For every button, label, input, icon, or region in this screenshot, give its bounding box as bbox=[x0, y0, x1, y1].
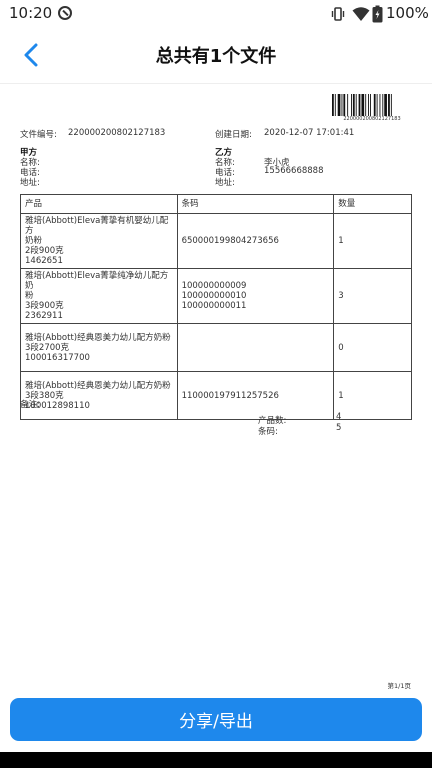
header-product: 产品 bbox=[20, 194, 178, 214]
product-line: 粉 bbox=[25, 291, 34, 301]
product-line: 雅培(Abbott)经典恩美力幼儿配方奶粉 bbox=[25, 332, 171, 343]
status-time: 10:20 bbox=[9, 4, 53, 22]
created-date-value: 2020-12-07 17:01:41 bbox=[264, 128, 355, 138]
product-line: 雅培(Abbott)经典恩美力幼儿配方奶粉 bbox=[25, 380, 171, 391]
product-line: 奶粉 bbox=[25, 236, 43, 246]
table-row: 雅培(Abbott)Eleva菁挚有机婴幼儿配方 奶粉 2段900克 14626… bbox=[20, 213, 412, 269]
product-cell: 雅培(Abbott)Eleva菁挚纯净幼儿配方奶 粉 3段900克 236291… bbox=[20, 268, 178, 324]
party-b-phone-value: 15566668888 bbox=[264, 166, 324, 176]
barcode-cell: 100000000009 100000000010 100000000011 bbox=[176, 268, 335, 324]
barcode-line: 650000199804273656 bbox=[181, 236, 279, 246]
barcode-line: 100000000011 bbox=[181, 301, 247, 311]
party-a-address-label: 地址: bbox=[20, 178, 40, 188]
product-count-value: 4 bbox=[336, 412, 342, 422]
product-line: 2段900克 bbox=[25, 246, 64, 256]
wifi-icon bbox=[352, 7, 370, 21]
quantity-cell: 1 bbox=[333, 213, 412, 269]
document-preview[interactable]: 220000200802127183 文件编号: 220000200802127… bbox=[0, 86, 432, 694]
created-date-label: 创建日期: bbox=[215, 130, 252, 140]
product-cell: 雅培(Abbott)Eleva菁挚有机婴幼儿配方 奶粉 2段900克 14626… bbox=[20, 213, 178, 269]
barcode-cell bbox=[176, 323, 335, 372]
product-line: 2362911 bbox=[25, 311, 63, 321]
product-line: 3段380克 bbox=[25, 390, 64, 401]
product-line: 3段2700克 bbox=[25, 342, 70, 353]
bottom-action-area: 分享/导出 bbox=[0, 694, 432, 750]
share-export-button[interactable]: 分享/导出 bbox=[10, 698, 422, 741]
barcode-number: 220000200802127183 bbox=[343, 116, 401, 122]
battery-percentage: 100% bbox=[386, 4, 429, 22]
quantity-cell: 3 bbox=[333, 268, 412, 324]
barcode-count-value: 5 bbox=[336, 423, 342, 433]
barcode-cell: 650000199804273656 bbox=[176, 213, 335, 269]
quantity-cell: 0 bbox=[333, 323, 412, 372]
product-line: 100016317700 bbox=[25, 352, 90, 363]
status-bar: 10:20 100% bbox=[0, 0, 432, 28]
barcode-line: 100000000009 bbox=[181, 281, 247, 291]
remark-label: 备注: bbox=[20, 400, 40, 410]
system-navigation-bar bbox=[0, 752, 432, 768]
table-row: 雅培(Abbott)经典恩美力幼儿配方奶粉 3段2700克 1000163177… bbox=[20, 323, 412, 372]
product-line: 100012898110 bbox=[25, 400, 90, 411]
battery-icon bbox=[372, 5, 383, 23]
barcode-image bbox=[332, 94, 392, 116]
product-cell: 雅培(Abbott)经典恩美力幼儿配方奶粉 3段2700克 1000163177… bbox=[20, 323, 178, 372]
file-number-value: 220000200802127183 bbox=[68, 128, 166, 138]
table-row: 雅培(Abbott)Eleva菁挚纯净幼儿配方奶 粉 3段900克 236291… bbox=[20, 268, 412, 324]
items-table: 产品 条码 数量 雅培(Abbott)Eleva菁挚有机婴幼儿配方 奶粉 2段9… bbox=[20, 194, 412, 420]
quantity-cell: 1 bbox=[333, 371, 412, 420]
data-saver-icon bbox=[58, 6, 72, 20]
product-cell: 雅培(Abbott)经典恩美力幼儿配方奶粉 3段380克 10001289811… bbox=[20, 371, 178, 420]
barcode-count-label: 条码: bbox=[258, 427, 278, 437]
barcode-cell: 110000197911257526 bbox=[176, 371, 335, 420]
party-b-address-label: 地址: bbox=[215, 178, 235, 188]
product-line: 雅培(Abbott)Eleva菁挚有机婴幼儿配方 bbox=[25, 216, 169, 236]
file-number-label: 文件编号: bbox=[20, 130, 57, 140]
table-header-row: 产品 条码 数量 bbox=[20, 194, 412, 214]
product-line: 雅培(Abbott)Eleva菁挚纯净幼儿配方奶 bbox=[25, 271, 169, 291]
barcode-line: 110000197911257526 bbox=[181, 390, 279, 401]
page-number: 第1/1页 bbox=[387, 682, 411, 690]
product-line: 1462651 bbox=[25, 256, 63, 266]
header-barcode: 条码 bbox=[176, 194, 335, 214]
barcode-line: 100000000010 bbox=[181, 291, 247, 301]
product-line: 3段900克 bbox=[25, 301, 64, 311]
header-quantity: 数量 bbox=[333, 194, 412, 214]
page-title: 总共有1个文件 bbox=[155, 46, 277, 67]
vibrate-icon bbox=[331, 7, 345, 21]
app-bar: 总共有1个文件 bbox=[0, 28, 432, 84]
table-row: 雅培(Abbott)经典恩美力幼儿配方奶粉 3段380克 10001289811… bbox=[20, 371, 412, 420]
